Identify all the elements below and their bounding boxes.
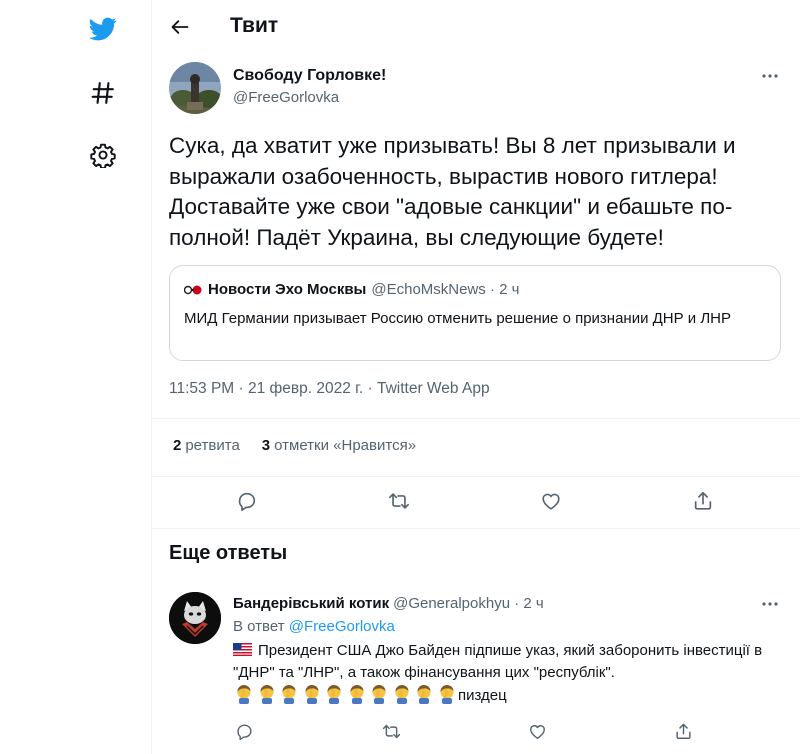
divider <box>152 528 800 529</box>
facepalm-emoji-icon <box>256 684 278 704</box>
quoted-tweet-header: Новости Эхо Москвы @EchoMskNews · 2 ч <box>184 281 519 298</box>
divider <box>152 476 800 477</box>
tweet-stats: 2 ретвита 3 отметки «Нравится» <box>173 437 438 454</box>
retweets-count: 2 <box>173 437 182 454</box>
twitter-bird-icon[interactable] <box>84 10 122 48</box>
reply-icon[interactable] <box>232 486 262 516</box>
heart-icon[interactable] <box>536 486 566 516</box>
tweet-text: Сука, да хватит уже призывать! Вы 8 лет … <box>169 133 736 250</box>
likes-label: отметки «Нравится» <box>274 437 417 454</box>
page-header: Твит <box>152 0 800 54</box>
facepalm-emoji-icon <box>391 684 413 704</box>
reply-suffix: пиздец <box>458 687 507 704</box>
quoted-tweet-card[interactable]: Новости Эхо Москвы @EchoMskNews · 2 ч МИ… <box>169 265 781 361</box>
author-handle[interactable]: @FreeGorlovka <box>233 89 339 106</box>
more-replies-title: Еще ответы <box>169 542 288 564</box>
reply-author-name[interactable]: Бандерівський котик <box>233 595 389 612</box>
retweet-icon[interactable] <box>384 486 414 516</box>
facepalm-emoji-row <box>233 684 458 704</box>
page-title: Твит <box>230 14 279 37</box>
facepalm-emoji-icon <box>323 684 345 704</box>
reply-to-line: В ответ @FreeGorlovka <box>233 618 395 635</box>
quoted-author-meta: @EchoMskNews · 2 ч <box>371 281 520 298</box>
share-icon[interactable] <box>688 486 718 516</box>
tweet-timestamp[interactable]: 11:53 PM · 21 февр. 2022 г. · Twitter We… <box>169 380 490 398</box>
more-horizontal-icon[interactable] <box>758 597 782 611</box>
hashtag-icon[interactable] <box>84 74 122 112</box>
quoted-author-name: Новости Эхо Москвы <box>208 281 367 298</box>
facepalm-emoji-icon <box>233 684 255 704</box>
reply-text: Президент США Джо Байден підпише указ, я… <box>233 642 763 681</box>
facepalm-emoji-icon <box>346 684 368 704</box>
gear-icon[interactable] <box>84 136 122 174</box>
retweet-icon[interactable] <box>376 716 406 746</box>
quoted-author-avatar <box>184 283 202 297</box>
facepalm-emoji-icon <box>278 684 300 704</box>
author-name[interactable]: Свободу Горловке! <box>233 67 386 85</box>
more-horizontal-icon[interactable] <box>758 69 782 83</box>
retweets-stat[interactable]: 2 ретвита <box>173 437 240 454</box>
reply-author-meta: @Generalpokhyu · 2 ч <box>393 595 544 612</box>
retweets-label: ретвита <box>185 437 240 454</box>
likes-stat[interactable]: 3 отметки «Нравится» <box>262 437 416 454</box>
reply-header: Бандерівський котик @Generalpokhyu · 2 ч <box>233 595 544 612</box>
main-column: Твит Свободу Горловке! @FreeGorlovka Сук… <box>152 0 800 754</box>
reply-author-avatar[interactable] <box>169 592 221 644</box>
arrow-left-icon[interactable] <box>166 13 194 41</box>
quoted-tweet-text: МИД Германии призывает Россию отменить р… <box>184 310 732 327</box>
heart-icon[interactable] <box>522 716 552 746</box>
facepalm-emoji-icon <box>301 684 323 704</box>
reply-to-prefix: В ответ <box>233 618 285 635</box>
facepalm-emoji-icon <box>413 684 435 704</box>
likes-count: 3 <box>261 437 271 454</box>
author-avatar[interactable] <box>169 62 221 114</box>
divider <box>152 418 800 419</box>
reply-icon[interactable] <box>229 716 259 746</box>
reply-to-handle-link[interactable]: @FreeGorlovka <box>289 618 395 635</box>
facepalm-emoji-icon <box>436 684 458 704</box>
share-icon[interactable] <box>668 716 698 746</box>
us-flag-icon <box>233 641 252 656</box>
facepalm-emoji-icon <box>368 684 390 704</box>
left-nav-rail <box>0 0 152 754</box>
reply-text-block: Президент США Джо Байден підпише указ, я… <box>233 640 788 707</box>
